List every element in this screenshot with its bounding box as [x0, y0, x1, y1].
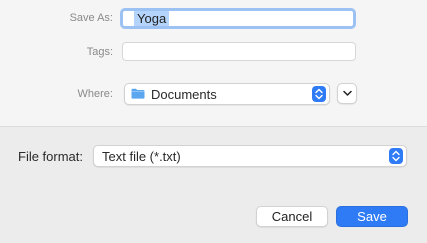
tags-input[interactable] — [122, 42, 356, 61]
file-format-label: File format: — [18, 149, 84, 164]
file-format-popup[interactable]: Text file (*.txt) — [93, 145, 407, 167]
cancel-button[interactable]: Cancel — [256, 206, 328, 227]
chevron-down-icon — [343, 90, 352, 96]
save-button[interactable]: Save — [336, 206, 408, 227]
tags-label: Tags: — [86, 46, 113, 58]
folder-icon — [131, 88, 145, 99]
save-as-input[interactable]: Yoga — [120, 8, 356, 29]
expand-browser-button[interactable] — [337, 83, 357, 104]
where-stepper-icon — [312, 86, 326, 102]
where-popup[interactable]: Documents — [124, 83, 330, 105]
file-format-value: Text file (*.txt) — [102, 149, 181, 164]
where-label: Where: — [77, 88, 113, 100]
where-value: Documents — [151, 87, 217, 102]
save-as-value: Yoga — [134, 11, 170, 26]
save-as-label: Save As: — [69, 12, 113, 24]
file-format-stepper-icon — [389, 148, 403, 164]
